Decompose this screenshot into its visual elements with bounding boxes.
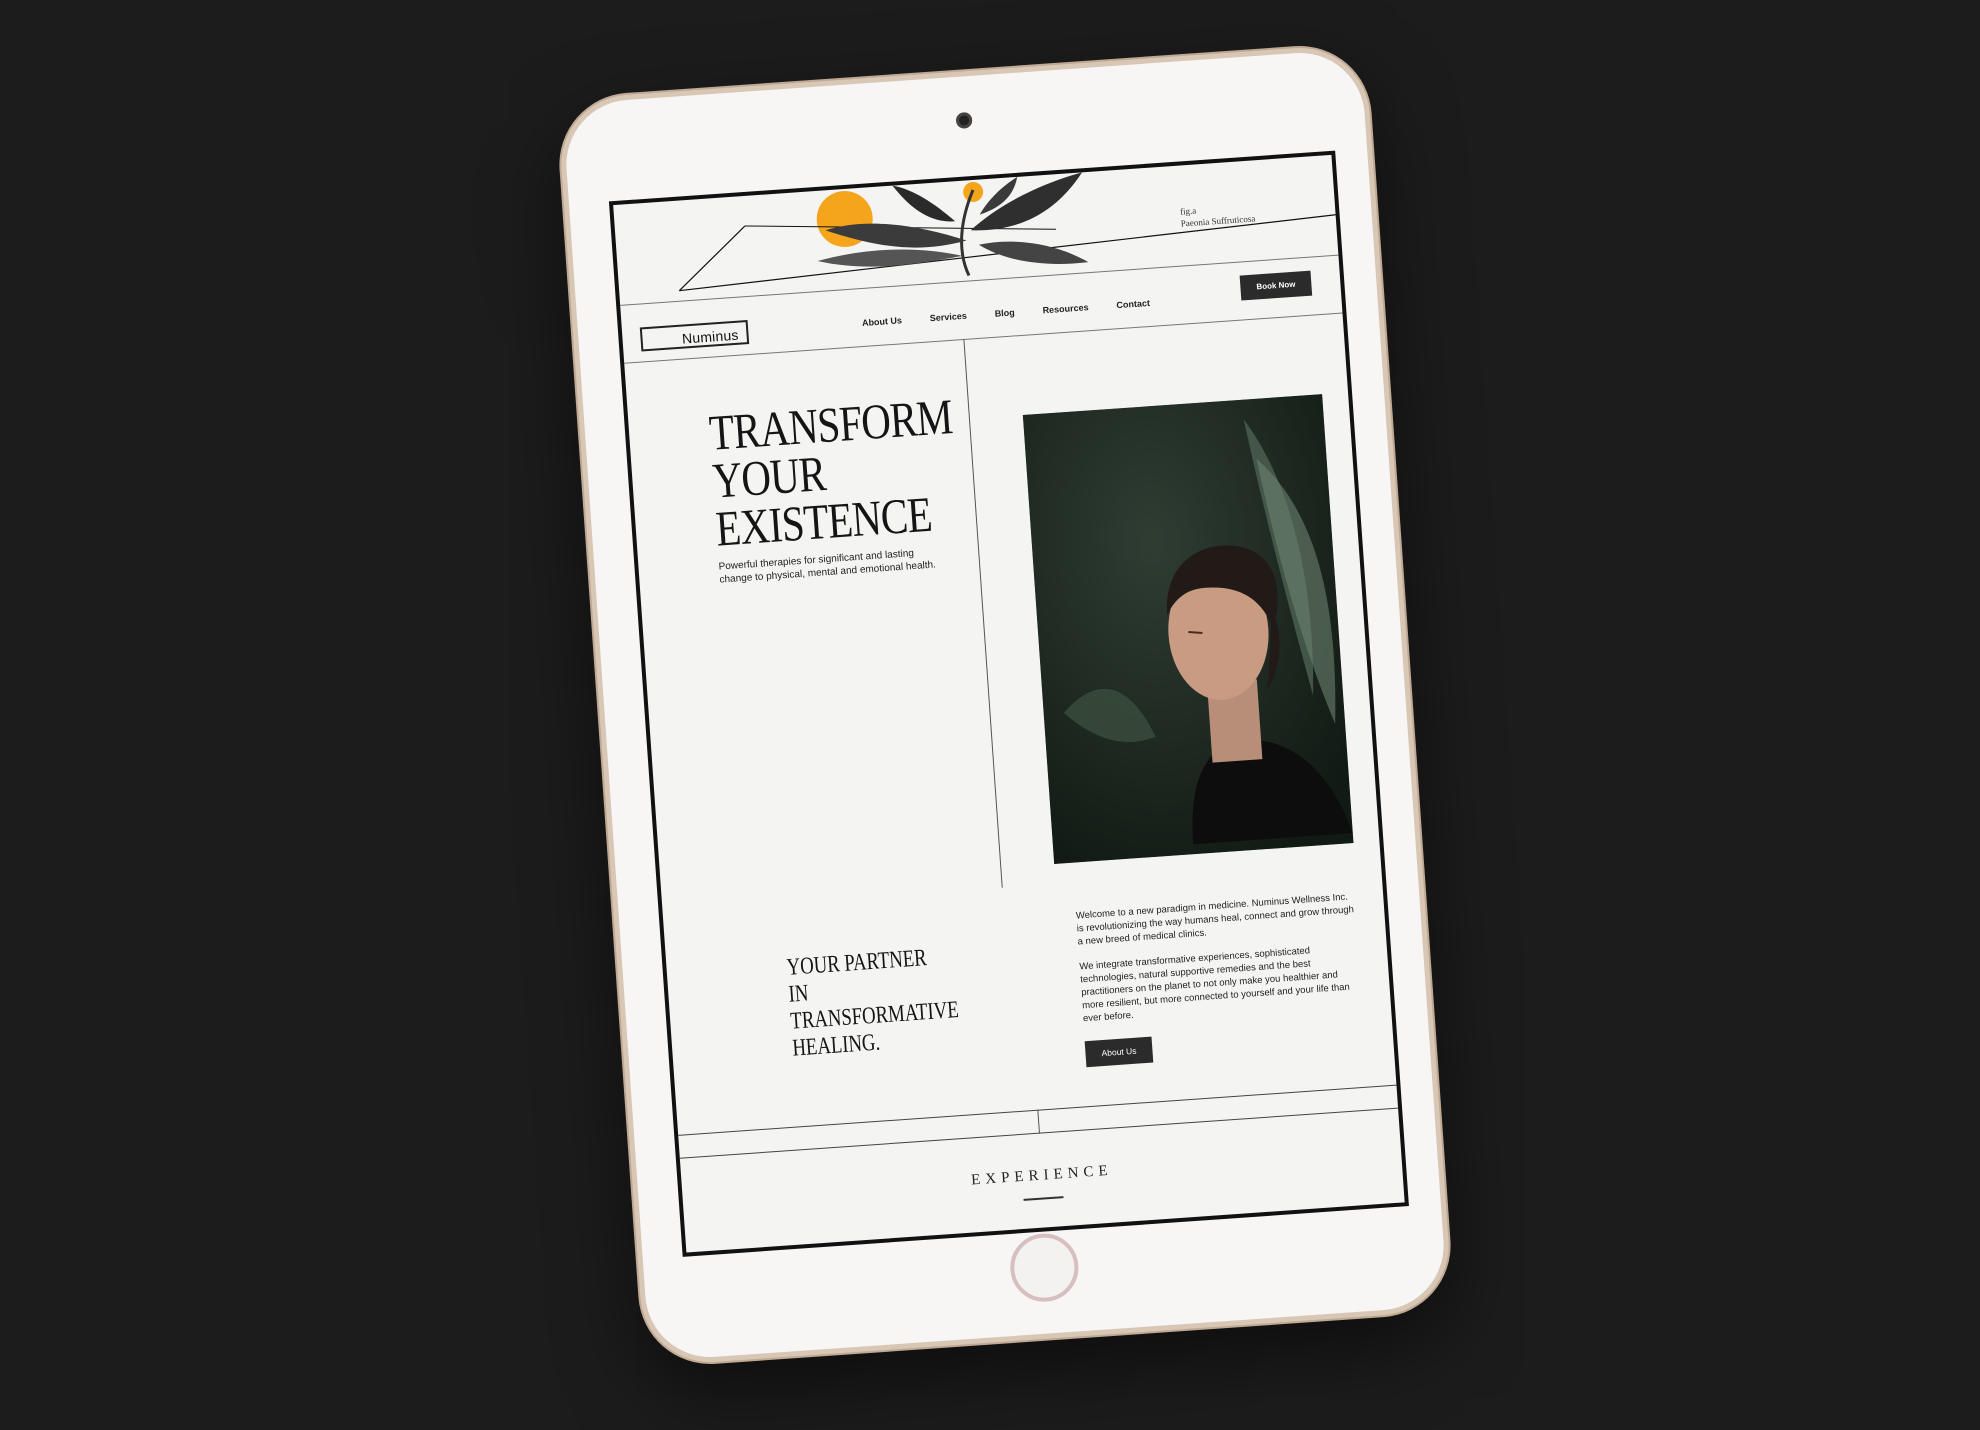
nav-about-us[interactable]: About Us <box>862 315 903 328</box>
logo[interactable]: Numinus <box>639 320 750 352</box>
column-divider <box>963 338 1003 888</box>
book-now-button[interactable]: Book Now <box>1239 270 1313 301</box>
portrait-image <box>1022 394 1354 864</box>
camera-icon <box>955 111 973 129</box>
experience-underline <box>1023 1196 1064 1201</box>
tablet-device: fig.a Paeonia Suffruticosa Numinus About… <box>556 43 1454 1367</box>
screen: fig.a Paeonia Suffruticosa Numinus About… <box>608 150 1409 1257</box>
nav-contact[interactable]: Contact <box>1116 298 1150 310</box>
hero-title: TRANSFORM YOUR EXISTENCE <box>707 388 954 557</box>
section-divider-tick <box>1037 1109 1040 1134</box>
about-us-button[interactable]: About Us <box>1084 1036 1154 1068</box>
hero-photo <box>1022 394 1354 864</box>
nav-blog[interactable]: Blog <box>994 307 1015 318</box>
nav-links: About Us Services Blog Resources Contact <box>862 298 1151 328</box>
nav-services[interactable]: Services <box>929 311 967 324</box>
intro-paragraph-2: We integrate transformative experiences,… <box>1079 945 1351 1025</box>
nav-resources[interactable]: Resources <box>1042 302 1089 315</box>
hero-section: TRANSFORM YOUR EXISTENCE Powerful therap… <box>707 388 980 587</box>
intro-paragraph-1: Welcome to a new paradigm in medicine. N… <box>1075 891 1355 948</box>
home-button[interactable] <box>1008 1231 1081 1304</box>
partner-heading: YOUR PARTNER IN TRANSFORMATIVE HEALING. <box>786 943 965 1063</box>
intro-copy: Welcome to a new paradigm in medicine. N… <box>1075 890 1363 1068</box>
